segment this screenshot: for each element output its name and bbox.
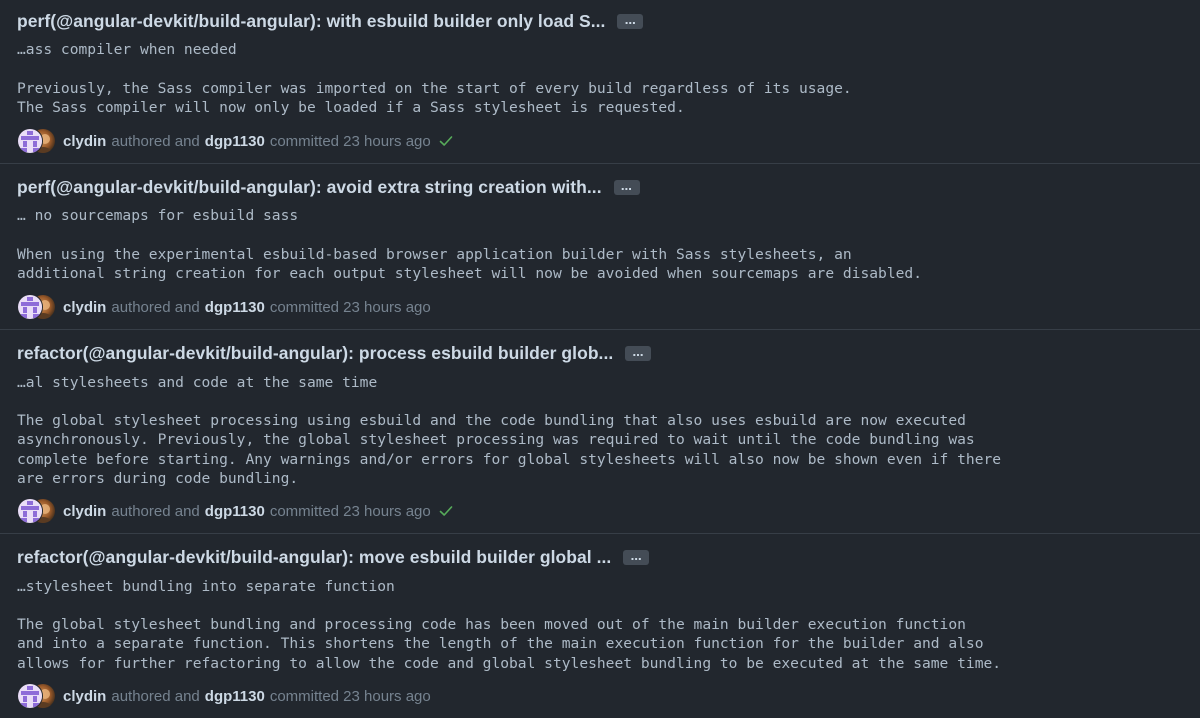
avatar-stack: [17, 498, 57, 524]
commit-title-link[interactable]: refactor(@angular-devkit/build-angular):…: [17, 343, 613, 364]
author-link[interactable]: clydin: [63, 133, 106, 150]
committer-link[interactable]: dgp1130: [205, 503, 265, 520]
commit-message-line: asynchronously. Previously, the global s…: [17, 431, 975, 448]
committer-link[interactable]: dgp1130: [205, 688, 265, 705]
author-link[interactable]: clydin: [63, 503, 106, 520]
authored-and-text: authored and: [111, 687, 200, 705]
commit-meta-row: clydin authored and dgp1130 committed 23 ho…: [17, 683, 431, 709]
commit-title-link[interactable]: perf(@angular-devkit/build-angular): wit…: [17, 11, 605, 32]
author-avatar[interactable]: [17, 294, 43, 320]
commit-message-line: …al stylesheets and code at the same tim…: [17, 374, 378, 391]
committer-link[interactable]: dgp1130: [205, 133, 265, 150]
commit-message-line: and into a separate function. This short…: [17, 635, 984, 652]
author-link[interactable]: clydin: [63, 688, 106, 705]
expand-message-button[interactable]: …: [617, 13, 644, 29]
commit-message-line: complete before starting. Any warnings a…: [17, 451, 1002, 468]
commit-message-line: are errors during code bundling.: [17, 470, 299, 487]
commit-meta-row: clydin authored and dgp1130 committed 23 ho…: [17, 498, 454, 524]
commit-message-line: The Sass compiler will now only be loade…: [17, 99, 685, 116]
avatar-stack: [17, 683, 57, 709]
commit-title-link[interactable]: perf(@angular-devkit/build-angular): avo…: [17, 177, 602, 198]
avatar-stack: [17, 294, 57, 320]
committed-time-text: committed 23 hours ago: [269, 687, 431, 705]
commit-message-line: The global stylesheet bundling and proce…: [17, 616, 966, 633]
author-avatar[interactable]: [17, 498, 43, 524]
commit-title-link[interactable]: refactor(@angular-devkit/build-angular):…: [17, 547, 611, 568]
commit-title-row: perf(@angular-devkit/build-angular): avo…: [17, 174, 640, 200]
commit-divider: [0, 533, 1200, 534]
author-avatar[interactable]: [17, 128, 43, 154]
committed-time-text: committed 23 hours ago: [269, 502, 431, 520]
commit-message-line: … no sourcemaps for esbuild sass: [17, 207, 299, 224]
authored-and-text: authored and: [111, 298, 200, 316]
commit-title-row: refactor(@angular-devkit/build-angular):…: [17, 340, 652, 366]
commit-title-row: perf(@angular-devkit/build-angular): wit…: [17, 8, 644, 34]
committed-time-text: committed 23 hours ago: [269, 298, 431, 316]
expand-message-button[interactable]: …: [623, 549, 650, 565]
committed-time-text: committed 23 hours ago: [269, 132, 431, 150]
check-icon[interactable]: [438, 503, 454, 519]
commit-meta-row: clydin authored and dgp1130 committed 23 ho…: [17, 128, 454, 154]
commit-message-line: additional string creation for each outp…: [17, 265, 922, 282]
committer-link[interactable]: dgp1130: [205, 299, 265, 316]
commit-meta-row: clydin authored and dgp1130 committed 23 ho…: [17, 294, 431, 320]
check-icon[interactable]: [438, 133, 454, 149]
expand-message-button[interactable]: …: [625, 345, 652, 361]
commit-message-line: allows for further refactoring to allow …: [17, 655, 1002, 672]
commit-message-line: When using the experimental esbuild-base…: [17, 246, 852, 263]
commit-message-line: …stylesheet bundling into separate funct…: [17, 578, 395, 595]
author-link[interactable]: clydin: [63, 299, 106, 316]
authored-and-text: authored and: [111, 502, 200, 520]
commit-message-line: Previously, the Sass compiler was import…: [17, 80, 852, 97]
commit-message-line: The global stylesheet processing using e…: [17, 412, 966, 429]
authored-and-text: authored and: [111, 132, 200, 150]
commit-divider: [0, 329, 1200, 330]
commit-title-row: refactor(@angular-devkit/build-angular):…: [17, 544, 650, 570]
avatar-stack: [17, 128, 57, 154]
author-avatar[interactable]: [17, 683, 43, 709]
commit-divider: [0, 163, 1200, 164]
expand-message-button[interactable]: …: [613, 179, 640, 195]
commit-message-line: …ass compiler when needed: [17, 41, 237, 58]
